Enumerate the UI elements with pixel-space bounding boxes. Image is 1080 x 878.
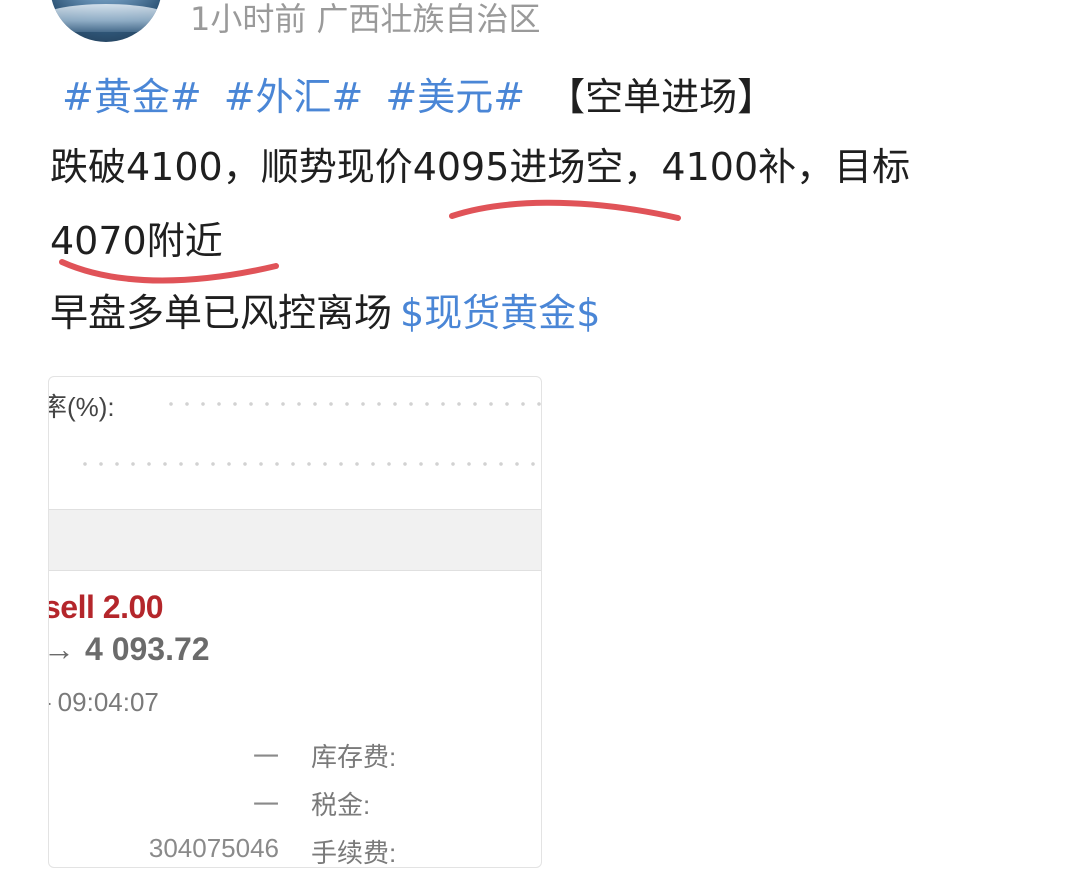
avatar-image (50, 4, 162, 32)
post-line-4: 早盘多单已风控离场 $现货黄金$ (50, 294, 600, 332)
post-meta: 1小时前 广西壮族自治区 (190, 0, 541, 38)
underline-stroke-2 (59, 259, 279, 284)
stock-link[interactable]: $现货黄金$ (400, 291, 600, 335)
dotted-placeholder (163, 401, 541, 407)
kv-key: 手续费: (311, 838, 397, 868)
time-dash: - (49, 687, 52, 717)
kv-value: 一 (252, 790, 279, 820)
underline-stroke-1 (449, 199, 681, 221)
post-line-4-text: 早盘多单已风控离场 (50, 291, 393, 335)
order-type: sell 2.00 (48, 589, 164, 625)
kv-row: 一 库存费: (49, 737, 541, 772)
order-time: -09:04:07 (49, 687, 159, 718)
post-line-2: 跌破4100，顺势现价4095进场空，4100补，目标 (50, 145, 911, 189)
tag-usd[interactable]: #美元# (385, 75, 525, 119)
kv-key: 税金: (311, 790, 371, 820)
attached-image-card[interactable]: 率(%): sell 2.00 → 4 093.72 -09:04:07 一 库存… (48, 376, 542, 868)
section-band (49, 509, 541, 571)
kv-value: 304075046 (148, 833, 279, 863)
post-tags-line: #黄金# #外汇# #美元# 【空单进场】 (50, 78, 775, 116)
time-value: 09:04:07 (57, 687, 159, 717)
kv-row: 一 税金: (49, 785, 541, 820)
kv-key: 库存费: (311, 742, 397, 772)
order-price: → 4 093.72 (49, 631, 210, 668)
post-line-3: 4070附近 (50, 219, 223, 263)
price-value: 4 093.72 (85, 631, 210, 667)
tag-gold[interactable]: #黄金# (62, 75, 202, 119)
kv-value: 一 (252, 742, 279, 772)
rate-label: 率(%): (48, 392, 115, 422)
avatar[interactable] (50, 0, 162, 42)
kv-row: 304075046 手续费: (49, 833, 541, 867)
dotted-placeholder (77, 461, 541, 467)
tag-forex[interactable]: #外汇# (224, 75, 364, 119)
post-title: 【空单进场】 (547, 75, 776, 119)
right-arrow-icon: → (49, 631, 75, 668)
